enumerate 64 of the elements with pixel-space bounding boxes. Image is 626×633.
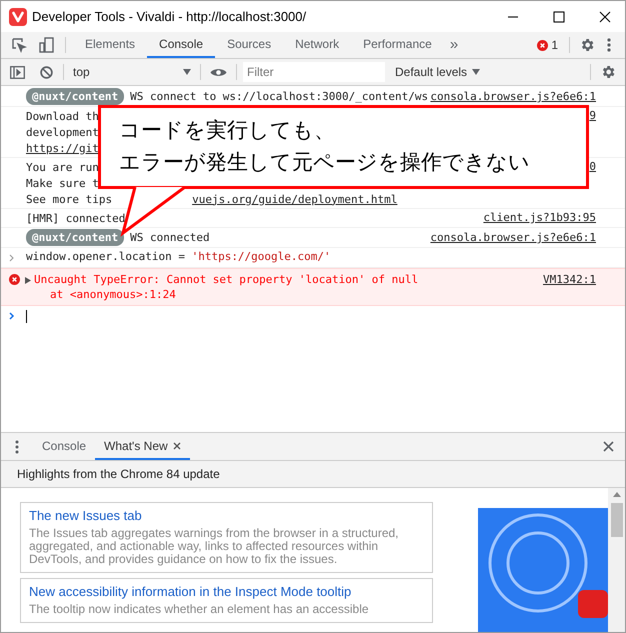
close-tab-icon[interactable] [172, 442, 181, 450]
console-text: You are run [26, 160, 99, 174]
chevron-right-icon [9, 254, 15, 262]
error-text: Uncaught TypeError: Cannot set property 'location' of null [34, 272, 420, 287]
sidebar-toggle-icon[interactable] [10, 66, 25, 78]
source-link[interactable]: consola.browser.js?e6e6:1 [430, 230, 596, 245]
callout-text: コードを実行しても、 [119, 118, 336, 144]
console-text: WS connect to ws://localhost:3000/_content/ws [130, 89, 428, 104]
error-icon [9, 274, 20, 285]
console-text: Download th [26, 108, 99, 124]
drawer-tab[interactable]: Console [33, 433, 96, 460]
article-description: The tooltip now indicates whether an element has an accessible [29, 603, 370, 616]
console-link[interactable]: https://git [26, 140, 99, 156]
console-text: development [26, 124, 99, 140]
scrollbar-thumb[interactable] [610, 503, 622, 537]
eye-icon[interactable] [210, 66, 227, 78]
console-text: [HMR] connected [26, 210, 126, 226]
filter-field[interactable]: Filter [243, 62, 385, 82]
badge: @nuxt/content [26, 88, 124, 105]
inspect-element-icon[interactable] [11, 37, 27, 53]
source-link[interactable]: 9 [589, 108, 596, 123]
console-settings-icon[interactable] [600, 64, 616, 80]
devtools-tab[interactable]: Performance [351, 32, 444, 58]
close-icon[interactable] [599, 10, 611, 22]
drawer-header: Highlights from the Chrome 84 update [17, 466, 220, 483]
error-stack: at <anonymous>:1:24 [49, 287, 177, 302]
console-text: See more tips [26, 192, 112, 206]
more-tabs-button[interactable]: » [444, 32, 464, 58]
close-drawer-icon[interactable] [603, 441, 614, 452]
devtools-tab[interactable]: Sources [215, 32, 284, 58]
source-link[interactable]: client.js?1b93:95 [483, 210, 596, 225]
scroll-up-icon[interactable] [612, 492, 620, 497]
article-title[interactable]: New accessibility information in the Inspect Mode tooltip [29, 583, 424, 601]
callout-text: エラーが発生して元ページを操作できない [119, 150, 531, 176]
article-title[interactable]: The new Issues tab [29, 507, 424, 525]
devtools-tab[interactable]: Elements [73, 32, 148, 58]
clear-console-icon[interactable] [40, 66, 53, 78]
source-link[interactable]: 0 [589, 159, 596, 174]
error-icon [537, 40, 548, 50]
text-cursor [26, 310, 27, 322]
drawer-menu-icon[interactable] [15, 440, 19, 454]
command-text: window.opener.location = 'https://google.com/' [26, 249, 331, 266]
source-link[interactable]: VM1342:1 [543, 272, 596, 287]
console-link[interactable]: vuejs.org/guide/deployment.html [192, 192, 398, 206]
error-counter[interactable]: 1 [531, 36, 564, 54]
prompt-chevron-icon [9, 312, 15, 320]
maximize-icon[interactable] [553, 10, 565, 22]
article-description: The Issues tab aggregates warnings from the browser in a structured, aggregated, and actionable way, links to affected resources within DevTools, and provides guidance on how to fix the issues. [29, 527, 400, 566]
app-logo-icon [9, 8, 27, 26]
console-text: WS connected [130, 230, 210, 245]
devtools-tab[interactable]: Network [283, 32, 352, 58]
more-options-icon[interactable] [607, 38, 611, 52]
log-levels-select[interactable]: Default levels [395, 63, 480, 81]
dropdown-caret-icon [472, 69, 480, 75]
dropdown-caret-icon [183, 69, 191, 75]
expand-triangle-icon[interactable] [25, 277, 31, 284]
window-title: Developer Tools - Vivaldi - http://localhost:3000/ [32, 8, 306, 26]
settings-icon[interactable] [579, 37, 595, 53]
source-link[interactable]: consola.browser.js?e6e6:1 [430, 89, 596, 104]
badge: @nuxt/content [26, 229, 124, 246]
console-text: Make sure t [26, 176, 99, 190]
context-select[interactable]: top [64, 63, 200, 81]
scrollbar[interactable] [608, 488, 625, 632]
device-toolbar-icon[interactable] [39, 37, 55, 53]
